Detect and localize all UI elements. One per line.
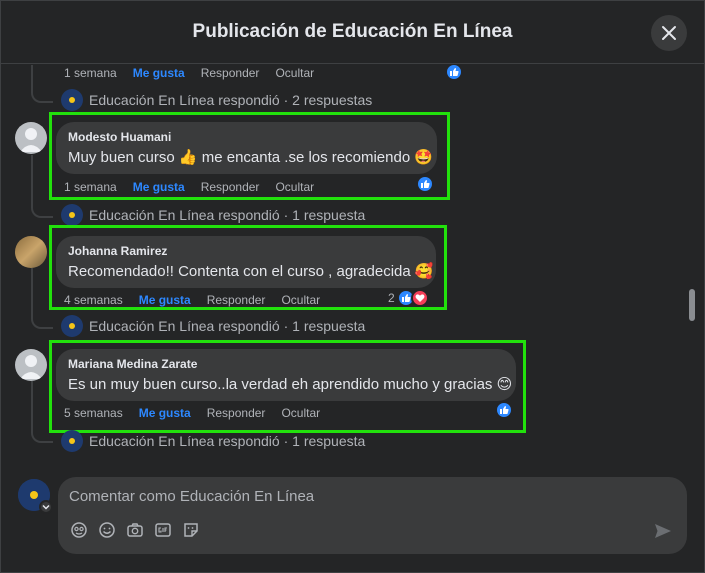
avatar[interactable] xyxy=(15,236,47,268)
thread-elbow xyxy=(31,315,53,329)
composer-avatar[interactable] xyxy=(18,479,53,514)
post-dialog: Publicación de Educación En Línea 1 sema… xyxy=(0,0,705,573)
dialog-header: Publicación de Educación En Línea xyxy=(1,1,704,64)
gif-icon[interactable] xyxy=(154,521,172,539)
thread-line xyxy=(31,268,33,318)
emoji-icon[interactable] xyxy=(98,521,116,539)
replies-label: Educación En Línea respondió · 1 respues… xyxy=(89,318,366,334)
comment-time[interactable]: 1 semana xyxy=(64,66,117,80)
highlight-box xyxy=(49,112,450,200)
chevron-down-icon xyxy=(39,500,53,514)
avatar-sticker-icon[interactable] xyxy=(70,521,88,539)
hide-link[interactable]: Ocultar xyxy=(275,66,314,80)
comments-scroll-area[interactable]: 1 semana Me gusta Responder Ocultar Educ… xyxy=(1,65,704,463)
camera-icon[interactable] xyxy=(126,521,144,539)
thread-line xyxy=(31,381,33,433)
thread-elbow xyxy=(31,204,53,218)
reply-link[interactable]: Responder xyxy=(201,66,260,80)
replies-link[interactable]: Educación En Línea respondió · 1 respues… xyxy=(61,315,365,337)
thread-line xyxy=(31,155,33,205)
replies-label: Educación En Línea respondió · 2 respues… xyxy=(89,92,373,108)
page-avatar xyxy=(61,315,83,337)
close-icon xyxy=(662,26,676,40)
replies-link[interactable]: Educación En Línea respondió · 2 respues… xyxy=(61,89,372,111)
comment-composer[interactable]: Comentar como Educación En Línea xyxy=(58,477,687,554)
avatar[interactable] xyxy=(15,122,47,154)
page-avatar xyxy=(61,204,83,226)
highlight-box xyxy=(49,340,526,433)
avatar[interactable] xyxy=(15,349,47,381)
dialog-title: Publicación de Educación En Línea xyxy=(192,21,513,42)
page-avatar xyxy=(61,89,83,111)
close-button[interactable] xyxy=(651,15,687,51)
thread-elbow xyxy=(31,89,53,103)
replies-link[interactable]: Educación En Línea respondió · 1 respues… xyxy=(61,430,365,452)
thread-elbow xyxy=(31,429,53,443)
scrollbar-thumb[interactable] xyxy=(689,289,695,321)
replies-label: Educación En Línea respondió · 1 respues… xyxy=(89,433,366,449)
comment-actions: 1 semana Me gusta Responder Ocultar xyxy=(64,66,330,80)
sticker-icon[interactable] xyxy=(182,521,200,539)
like-link[interactable]: Me gusta xyxy=(133,66,185,80)
replies-link[interactable]: Educación En Línea respondió · 1 respues… xyxy=(61,204,365,226)
composer-toolbar xyxy=(70,521,200,539)
reaction-summary[interactable] xyxy=(445,65,463,81)
send-icon[interactable] xyxy=(653,521,673,541)
replies-label: Educación En Línea respondió · 1 respues… xyxy=(89,207,366,223)
comment-input[interactable]: Comentar como Educación En Línea xyxy=(69,488,314,505)
page-avatar xyxy=(61,430,83,452)
highlight-box xyxy=(49,225,447,310)
thumbs-up-icon xyxy=(445,65,463,81)
